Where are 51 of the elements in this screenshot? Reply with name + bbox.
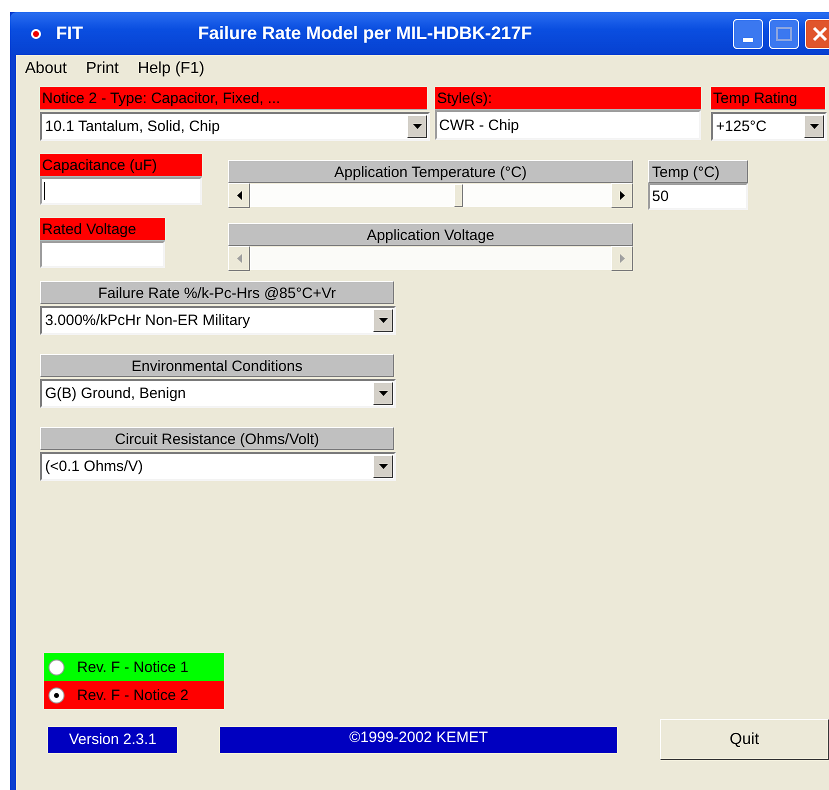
minimize-button[interactable] <box>733 18 763 48</box>
dropdown-arrow-icon <box>378 318 388 323</box>
dropdown-arrow-icon <box>378 464 388 469</box>
dropdown[interactable]: (<0.1 Ohms/V) <box>40 452 396 481</box>
field-label: Failure Rate %/k-Pc-Hrs @85°C+Vr <box>40 281 394 304</box>
scrollbar[interactable] <box>228 183 633 208</box>
maximize-icon <box>776 26 792 40</box>
field-label: Temp Rating <box>711 87 825 110</box>
app-icon <box>30 28 42 40</box>
field-label: Rated Voltage <box>40 218 165 241</box>
dropdown-arrow-icon <box>412 124 422 129</box>
text-cursor <box>44 182 45 200</box>
menu-item[interactable]: About <box>25 60 67 78</box>
close-icon <box>811 24 829 42</box>
minimize-icon <box>743 38 753 42</box>
field-label: Style(s): <box>435 87 701 110</box>
dropdown[interactable]: G(B) Ground, Benign <box>40 379 396 408</box>
radio-icon <box>48 658 65 676</box>
version-label: Version 2.3.1 <box>48 726 178 752</box>
left-arrow-icon <box>236 191 242 200</box>
window-title: Failure Rate Model per MIL-HDBK-217F <box>198 23 532 44</box>
left-arrow-icon <box>236 254 242 263</box>
field-label: Application Voltage <box>228 223 633 246</box>
field-label: Temp (°C) <box>648 160 748 183</box>
quit-button[interactable]: Quit <box>660 719 829 760</box>
capacitance-field[interactable] <box>40 177 202 205</box>
type-dropdown[interactable]: 10.1 Tantalum, Solid, Chip <box>40 112 430 141</box>
field-label: Circuit Resistance (Ohms/Volt) <box>40 427 394 450</box>
temp-rating-dropdown[interactable]: +125°C <box>711 112 827 141</box>
radio-option[interactable]: Rev. F - Notice 1 <box>44 653 224 681</box>
dropdown[interactable]: 3.000%/kPcHr Non-ER Military <box>40 306 396 335</box>
radio-icon <box>48 686 65 704</box>
right-arrow-icon <box>620 254 624 263</box>
app-name: FIT <box>56 23 83 44</box>
maximize-button[interactable] <box>769 18 799 48</box>
field-label: Environmental Conditions <box>40 354 394 377</box>
dropdown-arrow-icon <box>810 124 818 129</box>
field-label: Capacitance (uF) <box>40 154 202 177</box>
rated-voltage-field[interactable] <box>40 241 165 268</box>
menu-item[interactable]: Print <box>86 60 119 78</box>
menu-item[interactable]: Help (F1) <box>138 60 204 78</box>
style-field[interactable]: CWR - Chip <box>435 110 701 140</box>
dropdown-arrow-icon <box>378 391 388 396</box>
temp-field[interactable]: 50 <box>648 183 748 210</box>
close-button[interactable] <box>805 18 829 48</box>
scroll-thumb[interactable] <box>454 184 464 207</box>
radio-option[interactable]: Rev. F - Notice 2 <box>44 681 224 709</box>
copyright-label: ©1999-2002 KEMET <box>220 726 617 752</box>
field-label: Notice 2 - Type: Capacitor, Fixed, ... <box>40 87 427 110</box>
field-label: Application Temperature (°C) <box>228 160 633 183</box>
right-arrow-icon <box>620 191 624 200</box>
